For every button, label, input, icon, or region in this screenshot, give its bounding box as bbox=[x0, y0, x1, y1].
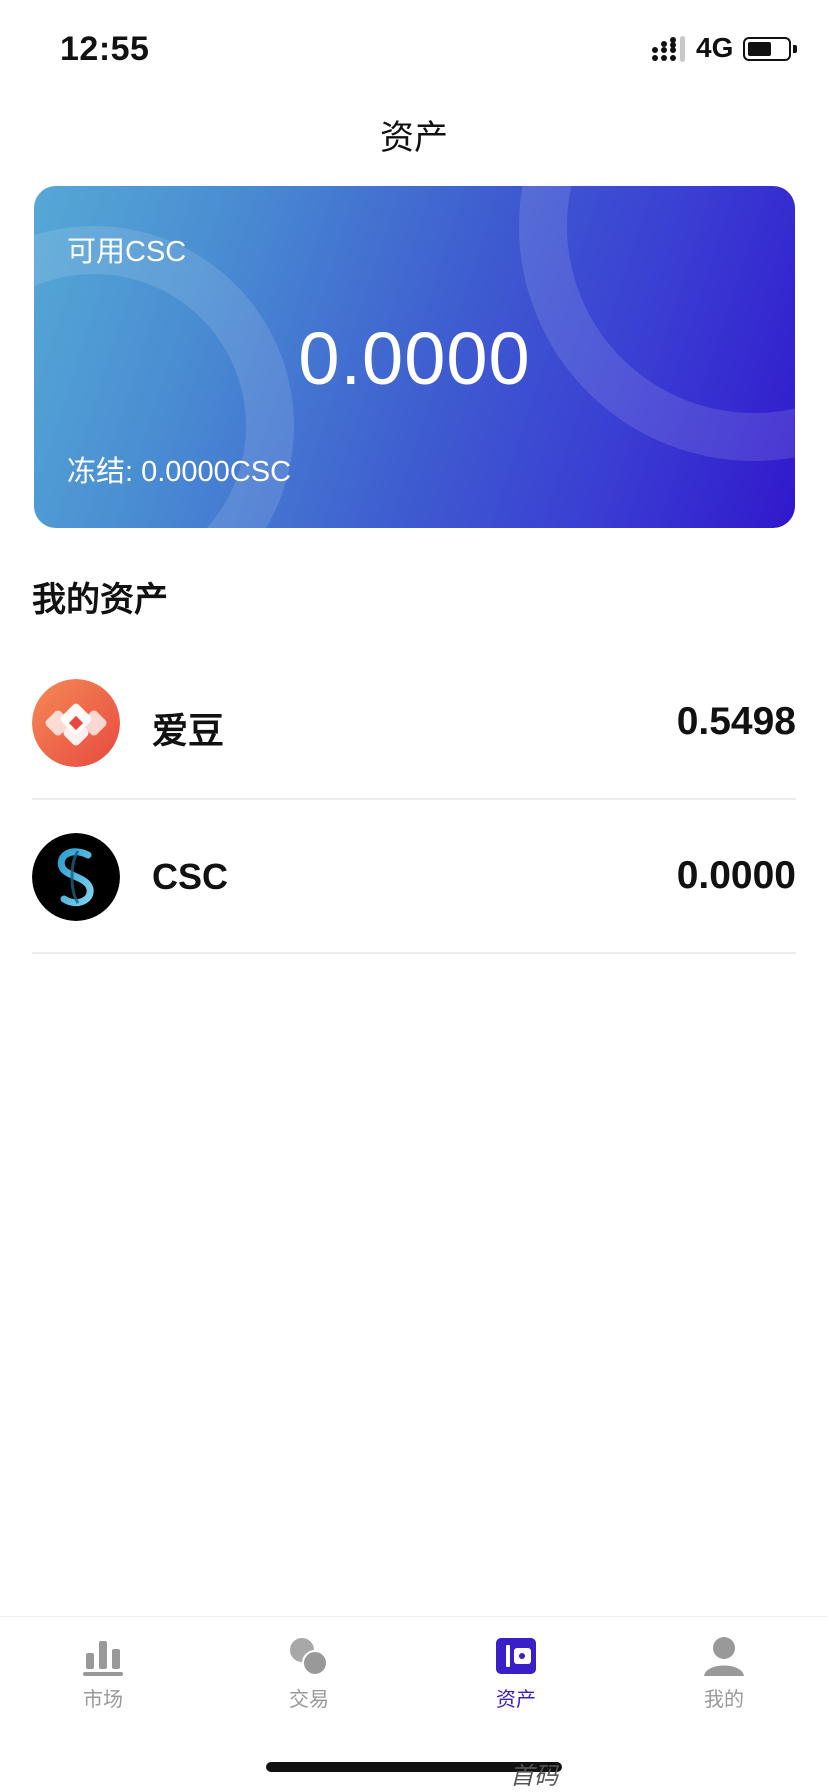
assets-screen: 12:55 4G 资产 可用CSC 0.0000 冻结: 0.0000CSC 我… bbox=[0, 0, 828, 1792]
wallet-icon bbox=[496, 1638, 536, 1674]
tab-market[interactable]: 市场 bbox=[43, 1635, 163, 1715]
my-assets-title: 我的资产 bbox=[32, 581, 168, 619]
home-ghost-text: 首码 bbox=[510, 1764, 558, 1790]
tab-label: 资产 bbox=[496, 1689, 536, 1711]
tab-mine[interactable]: 我的 bbox=[664, 1635, 784, 1715]
asset-row-aidou[interactable]: 爱豆 0.5498 bbox=[32, 648, 796, 800]
available-amount: 0.0000 bbox=[298, 317, 531, 400]
status-time: 12:55 bbox=[60, 30, 150, 68]
user-icon bbox=[704, 1637, 744, 1676]
aidou-coin-icon bbox=[32, 679, 120, 767]
asset-amount: 0.5498 bbox=[676, 700, 796, 743]
asset-amount: 0.0000 bbox=[676, 854, 796, 897]
asset-name: 爱豆 bbox=[152, 710, 225, 751]
tab-label: 我的 bbox=[704, 1689, 744, 1711]
csc-coin-icon bbox=[32, 833, 120, 921]
circles-icon bbox=[290, 1638, 328, 1676]
tab-assets[interactable]: 资产 bbox=[456, 1635, 576, 1715]
tab-label: 市场 bbox=[83, 1689, 123, 1711]
signal-icon bbox=[652, 36, 685, 62]
balance-card: 可用CSC 0.0000 冻结: 0.0000CSC bbox=[34, 186, 795, 528]
frozen-amount: 冻结: 0.0000CSC bbox=[67, 456, 292, 488]
battery-icon bbox=[743, 37, 791, 61]
tab-label: 交易 bbox=[289, 1689, 329, 1711]
asset-name: CSC bbox=[152, 856, 229, 897]
available-label: 可用CSC bbox=[67, 236, 187, 268]
bar-chart-icon bbox=[83, 1641, 123, 1676]
asset-row-csc[interactable]: CSC 0.0000 bbox=[32, 802, 796, 954]
status-bar: 12:55 4G bbox=[0, 0, 828, 100]
battery-tip bbox=[793, 45, 797, 53]
tab-trade[interactable]: 交易 bbox=[249, 1635, 369, 1715]
page-title: 资产 bbox=[380, 119, 448, 157]
network-type: 4G bbox=[696, 32, 734, 63]
